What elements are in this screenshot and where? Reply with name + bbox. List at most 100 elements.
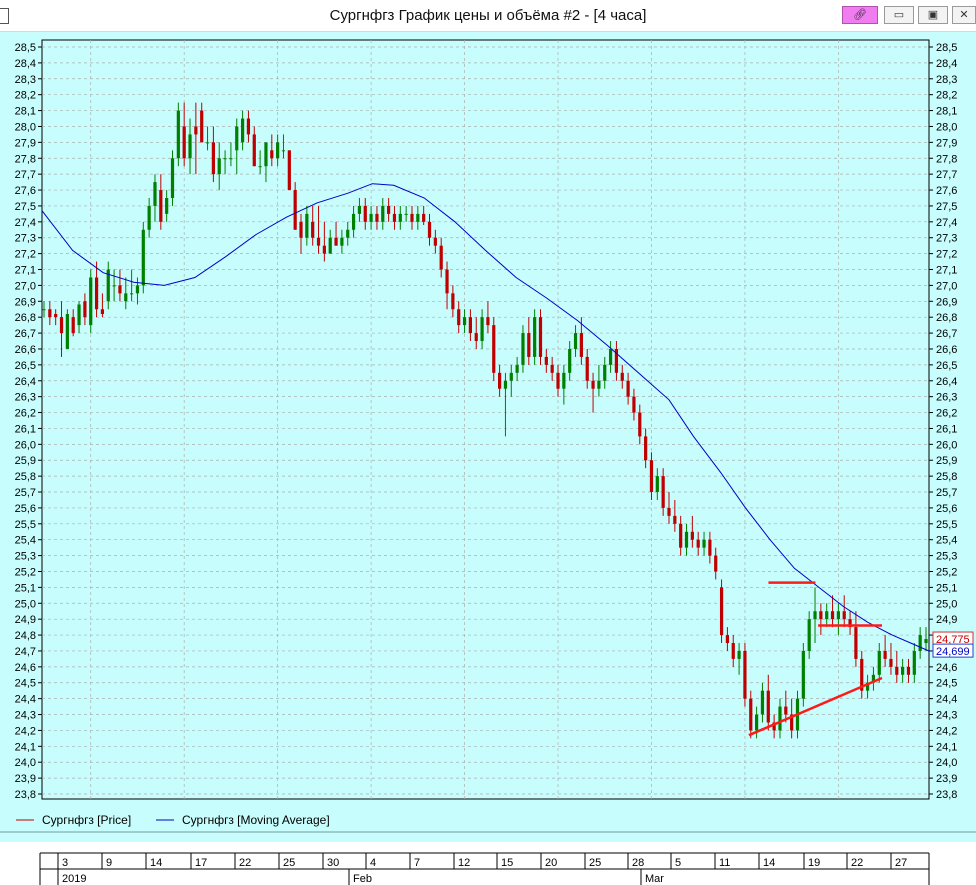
candle-body [351,213,356,230]
candle-body [276,142,280,159]
candle-body [445,269,449,294]
right-tick-label: 27,5 [936,201,957,213]
right-tick-label: 27,3 [936,233,957,245]
close-button[interactable]: ✕ [952,6,976,24]
candle-body [573,333,578,349]
right-tick-label: 26,1 [936,423,957,435]
link-button[interactable]: 🔗︎ [842,6,878,24]
chart-background [0,32,976,885]
window-titlebar: Сургнфгз График цены и объёма #2 - [4 ча… [0,0,976,32]
left-tick-label: 24,1 [15,741,36,753]
candle-body [737,650,741,659]
day-label: 3 [62,857,68,869]
candle-body [135,285,140,294]
candle-body [404,213,408,215]
month-label: Feb [353,873,372,885]
day-label: 15 [501,857,513,869]
left-tick-label: 27,0 [15,280,36,292]
candle-body [316,237,321,246]
candle-body [141,229,145,286]
candle-body [877,650,881,675]
maximize-button[interactable]: ▣ [918,6,948,24]
candle-body [696,539,700,548]
candle-body [632,396,636,413]
candle-body [451,293,455,310]
right-tick-label: 26,2 [936,408,957,420]
left-tick-label: 24,4 [15,694,36,706]
left-tick-label: 27,6 [15,185,36,197]
candle-body [492,325,496,373]
right-tick-label: 23,8 [936,789,957,801]
candle-body [579,333,583,357]
day-label: 9 [106,857,112,869]
left-tick-label: 23,8 [15,789,36,801]
candle-body [924,639,928,644]
left-tick-label: 27,5 [15,201,36,213]
right-tick-label: 28,5 [936,42,957,54]
candle-body [130,293,134,295]
candle-body [433,237,437,246]
candle-body [515,364,519,373]
candle-body [679,523,683,548]
day-label: 11 [719,857,730,869]
left-tick-label: 24,6 [15,662,36,674]
candle-body [252,134,256,167]
candle-body [311,221,315,238]
close-icon: ✕ [959,9,969,21]
left-tick-label: 28,2 [15,90,36,102]
candle-body [702,539,706,548]
right-tick-label: 27,6 [936,185,957,197]
candle-body [649,460,654,493]
day-label: 25 [283,857,295,869]
day-label: 20 [545,857,557,869]
left-tick-label: 24,3 [15,710,36,722]
candle-body [322,245,326,254]
right-tick-label: 28,0 [936,121,957,133]
day-label: 14 [763,857,775,869]
candle-body [194,126,198,135]
candle-body [684,531,689,548]
candle-body [381,205,385,222]
month-label: 2019 [62,873,86,885]
legend-ma-label: Сургнфгз [Moving Average] [182,813,330,827]
right-tick-label: 24,4 [936,694,957,706]
candle-body [328,237,332,254]
candle-body [766,690,770,723]
day-label: 30 [327,857,339,869]
candle-body [673,515,677,524]
right-tick-label: 26,4 [936,376,957,388]
day-label: 22 [851,857,863,869]
candle-body [176,110,180,159]
candle-body [457,309,461,326]
candle-body [427,221,432,238]
right-tick-label: 24,1 [936,741,957,753]
candle-body [439,245,443,270]
candle-body [387,205,391,214]
right-tick-label: 24,9 [936,614,957,626]
right-tick-label: 25,0 [936,598,957,610]
candle-body [217,158,221,175]
day-label: 19 [808,857,820,869]
candle-body [346,229,350,238]
right-tick-label: 25,2 [936,566,957,578]
candle-body [112,285,116,287]
candle-body [591,380,595,389]
right-tick-label: 28,2 [936,90,957,102]
right-tick-label: 24,0 [936,757,957,769]
moving-average-tag-text: 24,699 [936,646,970,658]
left-tick-label: 27,2 [15,249,36,261]
candle-body [71,317,75,334]
candle-body [235,126,239,151]
left-tick-label: 27,1 [15,265,36,277]
candle-body [784,706,788,715]
left-tick-label: 27,8 [15,153,36,165]
candle-body [270,150,274,159]
left-tick-label: 26,0 [15,439,36,451]
left-tick-label: 26,3 [15,392,36,404]
candle-body [497,372,502,389]
minimize-button[interactable]: ▭ [884,6,914,24]
candle-body [223,158,227,160]
left-tick-label: 27,7 [15,169,36,181]
candle-body [725,635,730,644]
left-tick-label: 28,0 [15,121,36,133]
